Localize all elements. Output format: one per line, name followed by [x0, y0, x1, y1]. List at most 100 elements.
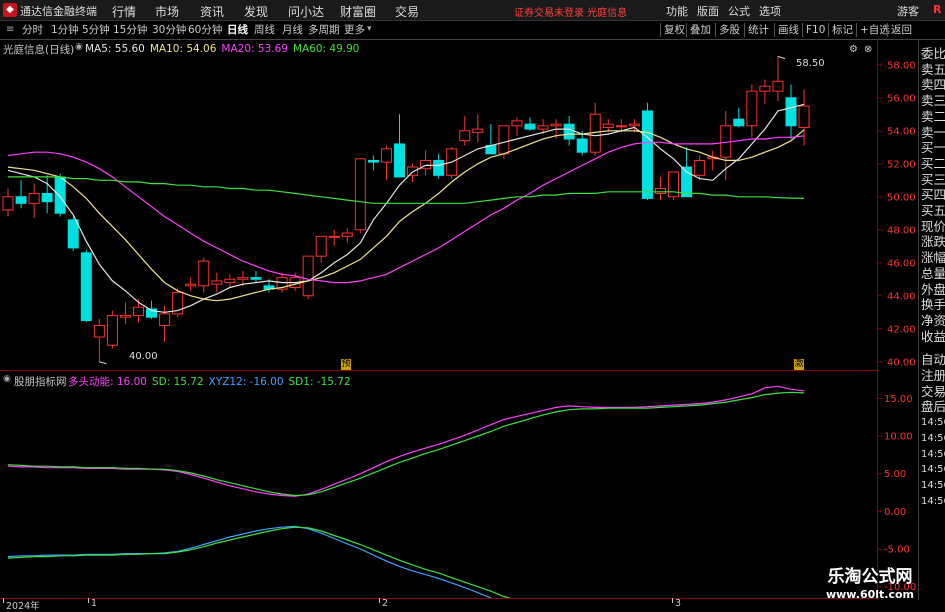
toolbar-button-5[interactable]: F10 [806, 22, 825, 38]
candle[interactable] [433, 153, 445, 179]
toolbar-arrow-icon[interactable]: ≡ [6, 24, 14, 35]
event-marker-pre[interactable]: 预 [341, 359, 351, 370]
toolbar-button-6[interactable]: 标记 [832, 22, 853, 38]
candle[interactable] [15, 180, 27, 209]
candle[interactable] [224, 274, 236, 288]
candle[interactable] [641, 102, 653, 201]
sidebar-item[interactable]: 总量 [921, 266, 945, 281]
period-tab-7[interactable]: 周线 [254, 22, 275, 38]
sidebar-item[interactable]: 收益 [921, 329, 945, 344]
candle[interactable] [720, 110, 732, 181]
toolbar-button-8[interactable]: 返回 [891, 22, 912, 38]
candle[interactable] [93, 318, 105, 362]
sidebar-item[interactable]: 买一 [921, 140, 945, 155]
candle[interactable] [159, 305, 171, 342]
candle[interactable] [341, 228, 353, 243]
period-tab-3[interactable]: 15分钟 [113, 22, 147, 38]
candle[interactable] [302, 255, 314, 300]
candle[interactable] [524, 117, 536, 131]
sidebar-item[interactable]: 注册 [921, 368, 945, 383]
sidebar-item[interactable]: 14:56 [921, 431, 945, 446]
menu-3[interactable]: 发现 [244, 3, 268, 20]
sidebar-item[interactable]: 14:56 [921, 478, 945, 493]
sidebar-item[interactable]: 14:56 [921, 415, 945, 430]
menu-5[interactable]: 财富圈 [340, 3, 376, 20]
indicator-name[interactable]: 股朋指标网 [14, 374, 67, 389]
collapse-icon[interactable]: ⊗ [864, 44, 872, 55]
candle[interactable] [119, 302, 131, 324]
candle[interactable] [250, 271, 262, 283]
indicator-chevron-icon[interactable]: ◉ [3, 374, 11, 384]
right-menu-3[interactable]: 选项 [759, 3, 781, 19]
sidebar-item[interactable]: 买三 [921, 172, 945, 187]
candle[interactable] [655, 176, 666, 201]
sidebar-item[interactable]: 买二 [921, 156, 945, 171]
candle[interactable] [185, 277, 197, 291]
candle[interactable] [328, 229, 340, 247]
candle[interactable] [472, 114, 484, 143]
candle[interactable] [485, 124, 497, 155]
sidebar-item[interactable]: 盘后 [921, 399, 945, 414]
candle[interactable] [785, 84, 797, 139]
sidebar-item[interactable]: 卖五 [921, 62, 945, 77]
sidebar-item[interactable]: 卖三 [921, 93, 945, 108]
candle[interactable] [28, 183, 40, 219]
candle[interactable] [315, 235, 327, 263]
sidebar-item[interactable]: 涨跌 [921, 234, 945, 249]
sidebar-item[interactable]: 交易 [921, 384, 945, 399]
period-tab-9[interactable]: 多周期 [308, 22, 340, 38]
panel-divider[interactable] [0, 370, 877, 371]
sidebar-item[interactable]: 卖一 [921, 125, 945, 140]
right-menu-0[interactable]: 功能 [666, 3, 688, 19]
candle[interactable] [746, 84, 758, 138]
sidebar-item[interactable]: 净资 [921, 313, 945, 328]
sidebar-item[interactable]: 14:56 [921, 447, 945, 462]
toolbar-button-1[interactable]: 叠加 [690, 22, 711, 38]
candle[interactable] [2, 188, 14, 217]
candle[interactable] [146, 300, 158, 319]
toolbar-button-7[interactable]: +自选 [860, 22, 890, 38]
indicator-chart[interactable] [0, 372, 877, 598]
period-tab-6[interactable]: 日线 [227, 22, 248, 38]
candle[interactable] [511, 117, 523, 136]
toolbar-button-3[interactable]: 统计 [748, 22, 769, 38]
candle[interactable] [354, 158, 366, 234]
candle[interactable] [41, 175, 53, 214]
candle[interactable] [380, 145, 392, 181]
period-tab-5[interactable]: 60分钟 [188, 22, 222, 38]
period-tab-4[interactable]: 30分钟 [152, 22, 186, 38]
settings-icon[interactable]: ⚙ [849, 44, 858, 55]
period-tab-2[interactable]: 5分钟 [82, 22, 110, 38]
candle[interactable] [798, 89, 810, 146]
sidebar-item[interactable]: 卖四 [921, 77, 945, 92]
toolbar-button-4[interactable]: 画线 [778, 22, 799, 38]
sidebar-item[interactable]: 买五 [921, 203, 945, 218]
candle[interactable] [106, 310, 118, 349]
sidebar-item[interactable]: 委比 [921, 46, 945, 61]
candle[interactable] [394, 114, 405, 178]
guest-label[interactable]: 游客 [897, 3, 919, 19]
period-tab-10[interactable]: 更多 [344, 22, 365, 38]
sidebar-item[interactable]: 14:56 [921, 462, 945, 477]
sidebar-item[interactable]: 涨幅 [921, 250, 945, 265]
sidebar-item[interactable]: 14:56 [921, 494, 945, 509]
candle[interactable] [772, 56, 784, 102]
candle[interactable] [80, 249, 92, 323]
sidebar-item[interactable]: 自动 [921, 352, 945, 367]
candle[interactable] [589, 102, 601, 156]
sidebar-item[interactable]: 卖二 [921, 109, 945, 124]
menu-4[interactable]: 问小达 [288, 3, 324, 20]
candle[interactable] [367, 155, 379, 171]
candle[interactable] [668, 171, 680, 201]
candle[interactable] [459, 115, 471, 146]
menu-2[interactable]: 资讯 [200, 3, 224, 20]
candle[interactable] [420, 150, 432, 176]
dropdown-chevron-icon[interactable]: ◉ [75, 42, 83, 52]
sidebar-item[interactable]: 买四 [921, 187, 945, 202]
candle[interactable] [211, 272, 223, 293]
toolbar-button-2[interactable]: 多股 [719, 22, 740, 38]
toolbar-button-0[interactable]: 复权 [664, 22, 685, 38]
right-menu-2[interactable]: 公式 [728, 3, 750, 19]
candlestick-chart[interactable] [0, 40, 877, 370]
candle[interactable] [759, 79, 771, 105]
